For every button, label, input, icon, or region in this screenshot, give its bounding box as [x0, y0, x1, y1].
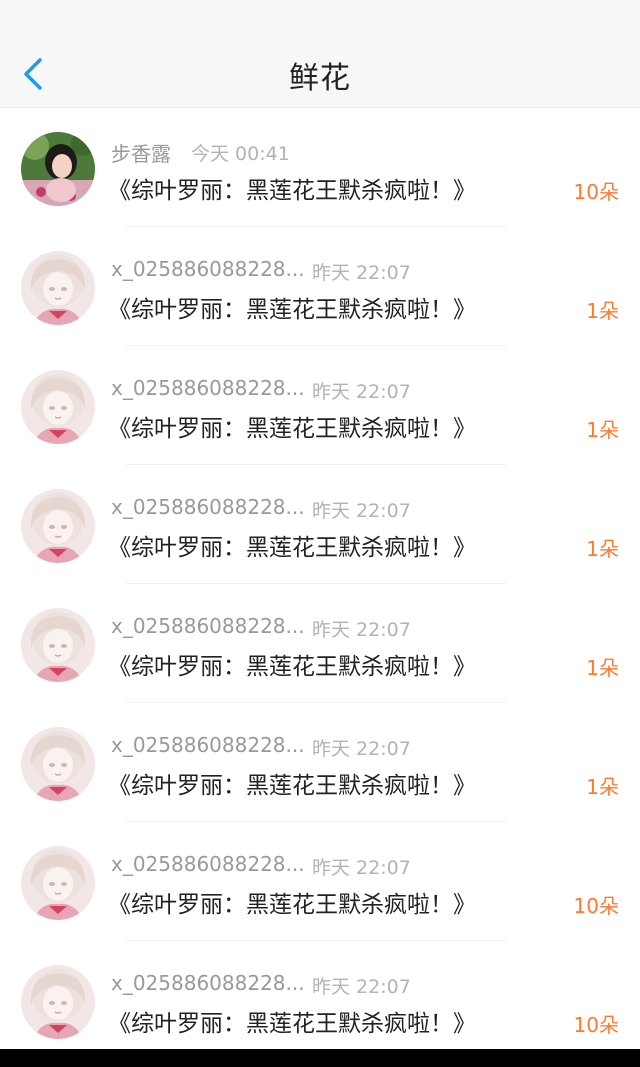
book-title[interactable]: 《综叶罗丽：黑莲花王默杀疯啦！》 [108, 1004, 476, 1038]
timestamp: 昨天 22:07 [312, 619, 411, 641]
user-name: x_025886088228... [111, 376, 305, 400]
book-title[interactable]: 《综叶罗丽：黑莲花王默杀疯啦！》 [108, 409, 476, 443]
avatar[interactable] [21, 965, 95, 1039]
flower-count: 1朵 [586, 418, 619, 442]
avatar[interactable] [21, 251, 95, 325]
user-name: x_025886088228... [111, 971, 305, 995]
flower-record-row[interactable]: x_025886088228... 昨天 22:07 《综叶罗丽：黑莲花王默杀疯啦！… [0, 941, 640, 1049]
timestamp: 昨天 22:07 [312, 381, 411, 403]
book-title[interactable]: 《综叶罗丽：黑莲花王默杀疯啦！》 [108, 647, 476, 681]
user-name: x_025886088228... [111, 733, 305, 757]
book-title[interactable]: 《综叶罗丽：黑莲花王默杀疯啦！》 [108, 885, 476, 919]
flower-count: 1朵 [586, 775, 619, 799]
timestamp: 昨天 22:07 [312, 262, 411, 284]
flower-record-row[interactable]: x_025886088228... 昨天 22:07 《综叶罗丽：黑莲花王默杀疯啦！… [0, 465, 640, 584]
avatar[interactable] [21, 846, 95, 920]
book-title[interactable]: 《综叶罗丽：黑莲花王默杀疯啦！》 [108, 766, 476, 800]
flower-record-row[interactable]: x_025886088228... 昨天 22:07 《综叶罗丽：黑莲花王默杀疯啦！… [0, 227, 640, 346]
system-navigation-bar [0, 1049, 640, 1067]
timestamp: 昨天 22:07 [312, 738, 411, 760]
flower-record-row[interactable]: x_025886088228... 昨天 22:07 《综叶罗丽：黑莲花王默杀疯啦！… [0, 584, 640, 703]
avatar[interactable] [21, 370, 95, 444]
flower-count: 10朵 [573, 1013, 619, 1037]
flower-record-row[interactable]: x_025886088228... 昨天 22:07 《综叶罗丽：黑莲花王默杀疯啦！… [0, 346, 640, 465]
flower-record-row[interactable]: 步香露 今天 00:41 《综叶罗丽：黑莲花王默杀疯啦！》 10朵 [0, 108, 640, 227]
flower-count: 1朵 [586, 656, 619, 680]
header-bar: 鲜花 [0, 0, 640, 108]
book-title[interactable]: 《综叶罗丽：黑莲花王默杀疯啦！》 [108, 290, 476, 324]
flower-count: 10朵 [573, 180, 619, 204]
timestamp: 昨天 22:07 [312, 500, 411, 522]
avatar[interactable] [21, 132, 95, 206]
flower-count: 1朵 [586, 299, 619, 323]
book-title[interactable]: 《综叶罗丽：黑莲花王默杀疯啦！》 [108, 171, 476, 205]
user-name: x_025886088228... [111, 257, 305, 281]
user-name: x_025886088228... [111, 852, 305, 876]
avatar[interactable] [21, 489, 95, 563]
user-name: x_025886088228... [111, 614, 305, 638]
timestamp: 今天 00:41 [191, 143, 290, 165]
flower-record-row[interactable]: x_025886088228... 昨天 22:07 《综叶罗丽：黑莲花王默杀疯啦！… [0, 703, 640, 822]
avatar[interactable] [21, 608, 95, 682]
flower-count: 10朵 [573, 894, 619, 918]
timestamp: 昨天 22:07 [312, 976, 411, 998]
avatar[interactable] [21, 727, 95, 801]
page-title: 鲜花 [289, 61, 351, 96]
flower-count: 1朵 [586, 537, 619, 561]
user-name: 步香露 [111, 142, 171, 166]
flower-record-row[interactable]: x_025886088228... 昨天 22:07 《综叶罗丽：黑莲花王默杀疯啦！… [0, 822, 640, 941]
user-name: x_025886088228... [111, 495, 305, 519]
timestamp: 昨天 22:07 [312, 857, 411, 879]
flower-record-list: 步香露 今天 00:41 《综叶罗丽：黑莲花王默杀疯啦！》 10朵 x_02588608… [0, 108, 640, 1049]
book-title[interactable]: 《综叶罗丽：黑莲花王默杀疯啦！》 [108, 528, 476, 562]
